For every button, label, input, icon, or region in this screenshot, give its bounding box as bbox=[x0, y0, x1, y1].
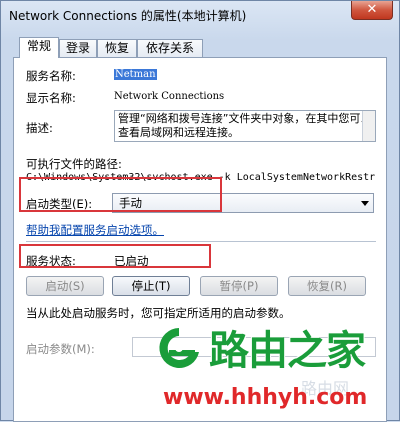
description-scrollbar[interactable] bbox=[362, 111, 375, 141]
properties-dialog: Network Connections 的属性(本地计算机) ✕ 常规 登录 恢… bbox=[0, 0, 400, 422]
watermark-brand: 路由之家 bbox=[209, 328, 366, 374]
service-name-value[interactable]: Netman bbox=[114, 69, 157, 80]
exe-path-label: 可执行文件的路径: bbox=[26, 157, 122, 171]
title-bar[interactable]: Network Connections 的属性(本地计算机) ✕ bbox=[1, 1, 399, 29]
description-text: 管理“网络和拨号连接”文件夹中对象，在其中您可以查看局域网和远程连接。 bbox=[118, 112, 372, 139]
description-box[interactable]: 管理“网络和拨号连接”文件夹中对象，在其中您可以查看局域网和远程连接。 bbox=[114, 110, 376, 142]
tab-general[interactable]: 常规 bbox=[19, 37, 59, 58]
display-name-label: 显示名称: bbox=[26, 91, 76, 105]
service-name-label: 服务名称: bbox=[26, 69, 76, 83]
divider bbox=[26, 241, 376, 242]
watermark-url: www.hhhyh.com bbox=[163, 385, 368, 410]
tab-dependencies[interactable]: 依存关系 bbox=[137, 39, 203, 57]
chevron-down-icon bbox=[361, 201, 369, 206]
service-name-text: Netman bbox=[114, 69, 157, 80]
close-icon: ✕ bbox=[366, 2, 378, 17]
help-configure-link[interactable]: 帮助我配置服务启动选项。 bbox=[26, 222, 164, 238]
resume-button[interactable]: 恢复(R) bbox=[288, 276, 366, 296]
pause-button[interactable]: 暂停(P) bbox=[200, 276, 278, 296]
display-name-value[interactable]: Network Connections bbox=[114, 91, 224, 102]
description-label: 描述: bbox=[26, 121, 53, 135]
start-button[interactable]: 启动(S) bbox=[26, 276, 104, 296]
watermark-logo-icon bbox=[159, 328, 199, 368]
tab-recovery[interactable]: 恢复 bbox=[97, 39, 137, 57]
close-button[interactable]: ✕ bbox=[351, 1, 393, 20]
window-title: Network Connections 的属性(本地计算机) bbox=[9, 9, 247, 23]
highlight-box-status bbox=[19, 244, 211, 268]
stop-button[interactable]: 停止(T) bbox=[112, 276, 190, 296]
highlight-box-startup bbox=[19, 177, 222, 212]
start-params-label: 启动参数(M): bbox=[26, 342, 95, 356]
tab-logon[interactable]: 登录 bbox=[59, 39, 97, 57]
